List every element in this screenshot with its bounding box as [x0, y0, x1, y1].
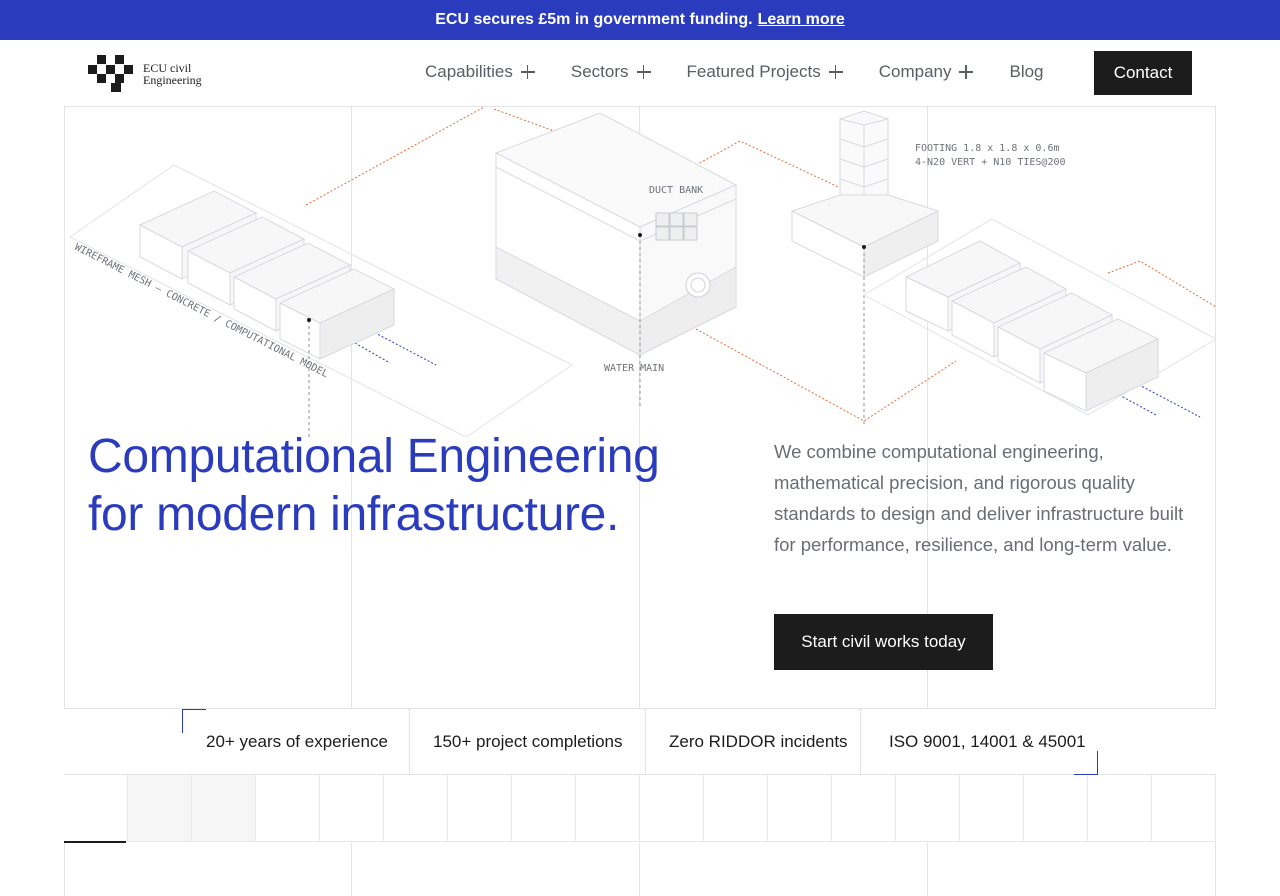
start-civil-works-button[interactable]: Start civil works today: [774, 614, 993, 670]
tile: [1088, 775, 1152, 842]
footing-spec-line2: 4-N20 VERT + N10 TIES@200: [915, 157, 1066, 168]
brand-name-line2: Engineering: [143, 73, 202, 87]
brand-logo[interactable]: ECU civil Engineering: [88, 55, 202, 93]
nav-item-label: Sectors: [570, 62, 629, 81]
announcement-learn-more-link[interactable]: Learn more: [758, 11, 845, 29]
main-nav: Capabilities Sectors Featured Projects C…: [425, 62, 1080, 82]
tile: [640, 775, 704, 842]
tile: [512, 775, 576, 842]
tile: [704, 775, 768, 842]
nav-item-blog[interactable]: Blog: [1009, 62, 1043, 82]
tile: [1024, 775, 1088, 842]
stat-label: 150+ project completions: [433, 732, 623, 751]
tile: [896, 775, 960, 842]
stat-divider: [409, 709, 410, 775]
nav-item-label: Blog: [1009, 62, 1044, 81]
grid-column-line: [639, 843, 640, 896]
leader-dot: [638, 233, 642, 237]
tile: [1152, 775, 1216, 842]
leader-dot: [862, 245, 866, 249]
service-line: [1107, 260, 1216, 308]
tile: [448, 775, 512, 842]
grid-column-line: [351, 843, 352, 896]
stat-projects: 150+ project completions: [433, 709, 622, 775]
tile: [256, 775, 320, 842]
stat-iso: ISO 9001, 14001 & 45001: [889, 709, 1086, 775]
nav-item-capabilities[interactable]: Capabilities: [425, 62, 535, 82]
leader-dot: [307, 318, 311, 322]
brand-wordmark: ECU civil Engineering: [143, 62, 202, 86]
tile: [576, 775, 640, 842]
site-header: ECU civil Engineering Capabilities Secto…: [64, 40, 1216, 107]
tile: [192, 775, 256, 842]
isometric-infrastructure-illustration: WIREFRAME MESH — CONCRETE / COMPUTATIONA…: [69, 107, 1216, 437]
tile: [768, 775, 832, 842]
announcement-text: ECU secures £5m in government funding.: [435, 11, 753, 28]
corner-bracket: [182, 709, 206, 733]
tile: [64, 775, 128, 842]
corner-bracket: [1074, 751, 1098, 775]
hero-headline-line2: for modern infrastructure.: [88, 488, 620, 541]
tile: [960, 775, 1024, 842]
service-line: [695, 328, 957, 422]
stat-experience: 20+ years of experience: [206, 709, 388, 775]
duct-bank-label: DUCT BANK: [649, 185, 703, 196]
tile: [320, 775, 384, 842]
tile: [384, 775, 448, 842]
nav-item-label: Featured Projects: [686, 62, 821, 81]
stat-label: 20+ years of experience: [206, 732, 388, 751]
pipe-ring-inner: [690, 277, 706, 293]
plus-icon: [959, 65, 974, 79]
hero-description: We combine computational engineering, ma…: [774, 441, 1184, 555]
stat-label: Zero RIDDOR incidents: [669, 732, 848, 751]
hero-headline: Computational Engineering for modern inf…: [88, 428, 708, 544]
nav-item-sectors[interactable]: Sectors: [571, 62, 651, 82]
brand-logo-mark-icon: [88, 55, 133, 92]
duct-bank-grid: [655, 212, 698, 241]
footing-spec-line1: FOOTING 1.8 x 1.8 x 0.6m: [915, 143, 1060, 154]
plus-icon: [828, 65, 843, 79]
contact-button[interactable]: Contact: [1094, 51, 1192, 95]
grid-column-line: [927, 843, 928, 896]
tile: [832, 775, 896, 842]
hero-headline-line1: Computational Engineering: [88, 430, 660, 483]
stat-divider: [645, 709, 646, 775]
water-main-label: WATER MAIN: [604, 363, 664, 374]
stat-divider: [860, 709, 861, 775]
logo-tile-row: [64, 775, 1216, 843]
stat-riddor: Zero RIDDOR incidents: [669, 709, 848, 775]
plus-icon: [636, 65, 651, 79]
announcement-bar: ECU secures £5m in government funding. L…: [0, 0, 1280, 40]
nav-item-company[interactable]: Company: [879, 62, 974, 82]
nav-item-featured-projects[interactable]: Featured Projects: [687, 62, 843, 82]
stat-label: ISO 9001, 14001 & 45001: [889, 732, 1086, 751]
nav-item-label: Capabilities: [425, 62, 513, 81]
stats-strip: 20+ years of experience 150+ project com…: [64, 708, 1216, 775]
plus-icon: [520, 65, 535, 79]
nav-item-label: Company: [878, 62, 952, 81]
tile: [128, 775, 192, 842]
tile-progress-indicator: [64, 841, 126, 843]
